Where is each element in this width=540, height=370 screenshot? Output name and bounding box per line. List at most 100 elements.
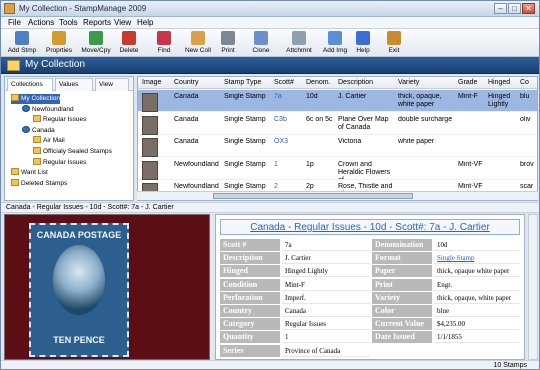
add-image-icon [328,31,342,45]
window-title: My Collection - StampManage 2009 [19,4,147,13]
tree-item[interactable]: My Collection [11,94,61,104]
maximize-button[interactable]: □ [508,3,521,14]
cell-denom: 10d [306,93,318,100]
attachment-button[interactable]: Attchmnt [283,30,315,56]
tree-item[interactable]: Want List [11,168,48,178]
cell-desc: Victoria [338,138,362,145]
help-button[interactable]: Help [351,30,375,56]
menu-file[interactable]: File [8,18,21,27]
stamp-image-pane: CANADA POSTAGE TEN PENCE [4,214,210,360]
tab-values[interactable]: Values [55,78,93,91]
detail-value: thick, opaque, white paper [434,291,520,304]
toolbar-label: Add Img [322,47,348,54]
new-collection-button[interactable]: New Coll [181,30,215,56]
find-button[interactable]: Find [151,30,177,56]
detail-label: Condition [220,278,280,291]
menu-help[interactable]: Help [137,18,153,27]
cell-variety: thick, opaque, white paper [398,93,442,108]
detail-value: Hinged Lightly [282,265,370,278]
tree-item[interactable]: Regular Issues [33,115,86,125]
detail-label: Paper [372,265,432,278]
tree-item-label: Air Mail [43,137,65,145]
table-row[interactable]: Canada Single Stamp C3b 6c on 5c Plane Over … [138,113,537,135]
detail-label: Current Value [372,318,432,331]
delete-button[interactable]: Delete [116,30,142,56]
column-header[interactable]: Grade [458,79,477,86]
properties-button[interactable]: Proprties [43,30,75,56]
detail-label: Country [220,305,280,317]
folder-icon [33,136,41,144]
detail-row: Hinged Hinged Lightly Paper thick, opaque w… [220,265,520,278]
add-stamp-button[interactable]: Add Stmp [7,30,37,56]
cell-grade [458,116,486,134]
table-row[interactable]: Newfoundland Single Stamp 1 1p Crown and Her… [138,158,537,180]
tree-item[interactable]: Air Mail [33,136,65,146]
column-header[interactable]: Denom. [306,79,331,86]
menu-tools[interactable]: Tools [59,18,78,27]
detail-value: Province of Canada [282,344,370,357]
tree-item[interactable]: Regular Issues [33,157,86,168]
cell-grade: Mint-VF [458,160,483,168]
detail-label: Quantity [220,331,280,344]
column-header[interactable]: Country [174,79,199,86]
column-header[interactable]: Scott# [274,79,294,86]
detail-value: 1/1/1855 [434,331,520,344]
scroll-thumb[interactable] [213,193,413,199]
cell-type: Single Stamp [224,93,266,100]
table-row[interactable]: Canada Single Stamp OX3 Victoria white paper [138,135,537,157]
column-header[interactable]: Image [142,79,161,86]
toolbar-label: Add Stmp [7,47,37,54]
tree-item[interactable]: Officialy Sealed Stamps [33,147,112,157]
toolbar: Add Stmp Proprties Move/Cpy Delete Find New C… [1,29,539,57]
properties-icon [52,31,66,45]
detail-label: Series [220,344,280,357]
horizontal-scrollbar[interactable] [137,191,538,200]
detail-row: Series Province of Canada [220,344,520,357]
collection-tree-pane: Collections Values View My Collection New… [4,76,134,201]
vertical-scrollbar[interactable] [528,214,538,360]
tree-item[interactable]: Deleted Stamps [11,178,67,189]
tab-collections[interactable]: Collections [7,78,53,91]
column-header[interactable]: Hinged [488,79,510,86]
detail-row: Country Canada Color blue [220,305,520,317]
toolbar-label: Print [221,47,235,54]
cell-desc: Plane Over Map of Canada [338,115,389,131]
folder-icon [11,168,19,176]
attachment-icon [292,31,306,45]
menu-actions[interactable]: Actions [28,18,54,27]
detail-label: Date Issued [372,331,432,344]
tab-strip: Collections Values View [5,77,133,91]
tree-item-label: Regular Issues [43,116,87,124]
cell-color [520,138,537,156]
detail-title-link[interactable]: Canada - Regular Issues - 10d - Scott#: … [220,219,520,235]
column-header[interactable]: Description [338,79,373,86]
format-link[interactable]: Single Stamp [434,252,520,265]
column-header[interactable]: Co [520,79,529,86]
stamp-bottom-text: TEN PENCE [53,335,105,345]
minimize-button[interactable]: – [494,3,507,14]
clone-button[interactable]: Clone [248,30,274,56]
cell-denom [306,138,336,156]
detail-value: Engr. [434,278,520,291]
toolbar-label: Clone [252,47,270,54]
detail-label: Description [220,252,280,265]
menu-view[interactable]: View [114,18,131,27]
selection-path-text: Canada - Regular Issues - 10d - Scott#: … [6,204,174,211]
exit-button[interactable]: Exit [383,30,405,56]
toolbar-label: Find [157,47,171,54]
tab-view[interactable]: View [95,78,129,91]
cell-hinged: Hinged Lightly [488,93,511,108]
tree-item[interactable]: Canada [22,125,55,136]
tree-item[interactable]: Newfoundland [22,104,74,115]
print-button[interactable]: Print [216,30,240,56]
add-image-button[interactable]: Add Img [320,30,350,56]
menu-reports[interactable]: Reports [83,18,111,27]
cell-grade [458,138,486,156]
close-button[interactable]: ✕ [522,3,535,14]
cell-type: Single Stamp [224,115,266,123]
toolbar-label: Help [356,47,370,54]
column-header[interactable]: Variety [398,79,419,86]
move-copy-button[interactable]: Move/Cpy [79,30,113,56]
column-header[interactable]: Stamp Type [224,79,261,86]
table-row[interactable]: Canada Single Stamp 7a 10d J. Cartier thick, … [138,90,537,112]
